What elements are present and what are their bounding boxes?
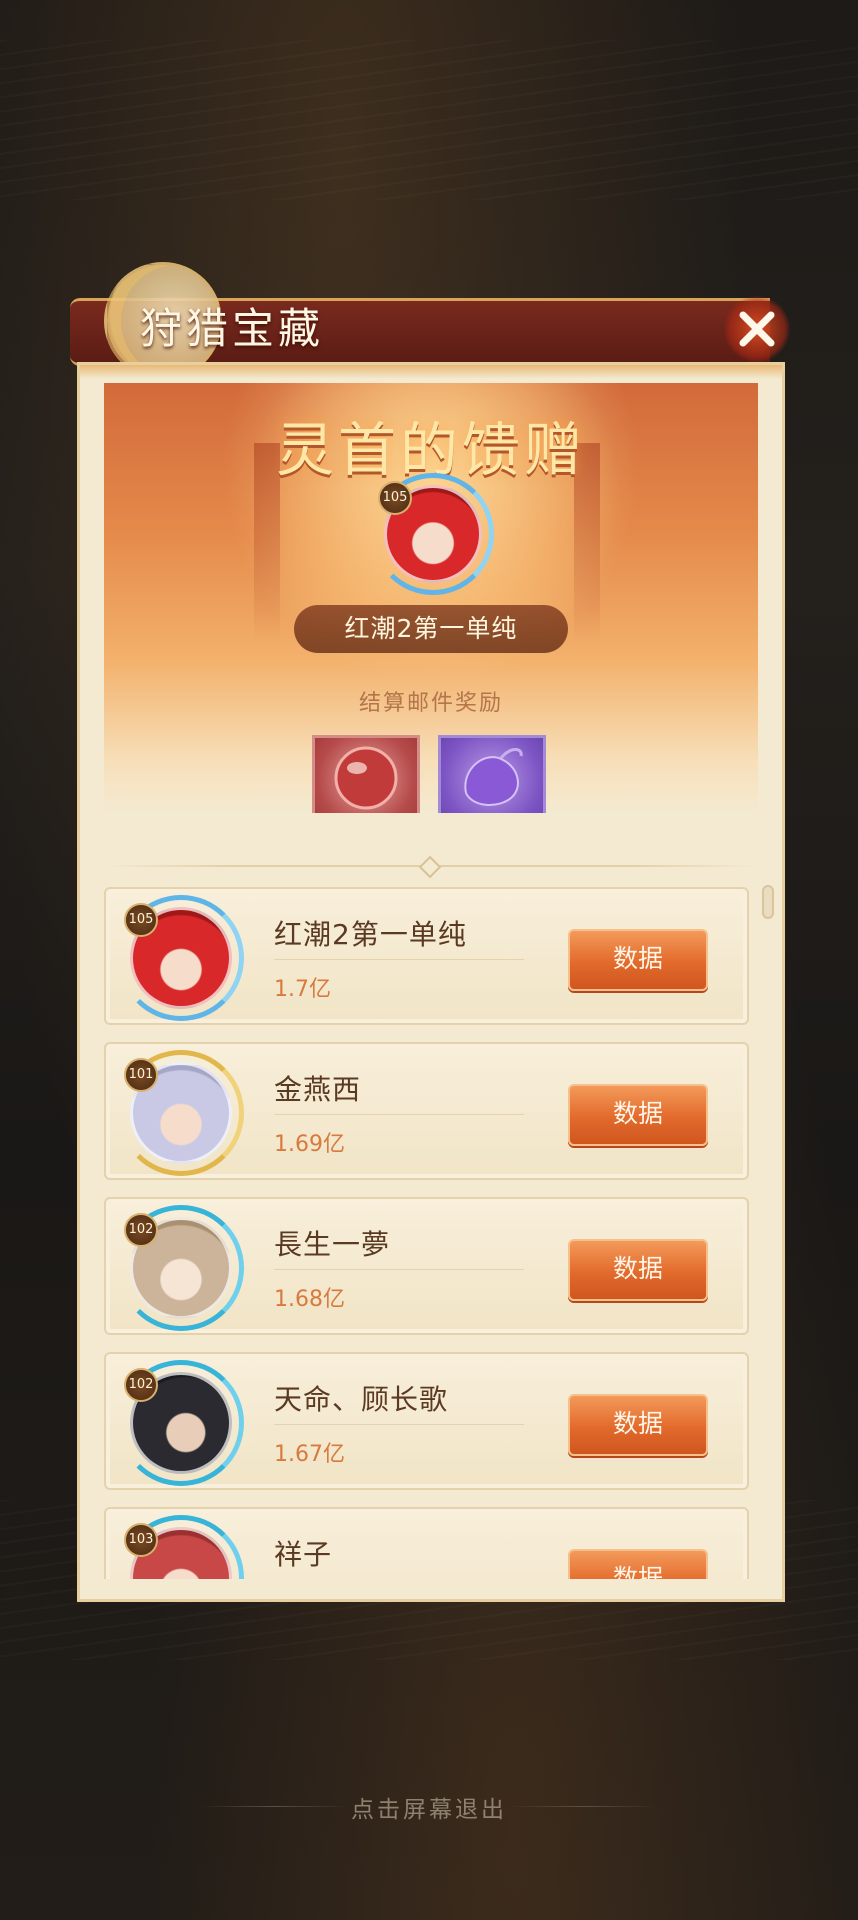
scrollbar[interactable] bbox=[762, 885, 774, 919]
window-title: 狩猎宝藏 bbox=[140, 304, 325, 353]
player-name: 金燕西 bbox=[274, 1073, 362, 1106]
level-badge: 103 bbox=[124, 1523, 158, 1557]
player-score: 1.67亿 bbox=[274, 1442, 345, 1467]
row-separator bbox=[274, 959, 524, 960]
player-avatar[interactable]: 105 bbox=[118, 895, 244, 1021]
player-avatar[interactable]: 103 bbox=[118, 1515, 244, 1579]
data-button[interactable]: 数据 bbox=[568, 1084, 708, 1146]
red-orb-icon bbox=[334, 746, 398, 810]
reward-item[interactable]: 5 bbox=[438, 735, 546, 813]
reward-label: 结算邮件奖励 bbox=[358, 691, 503, 716]
player-name: 红潮2第一单纯 bbox=[274, 918, 467, 951]
ranking-row: 101 金燕西 1.69亿 数据 bbox=[104, 1042, 749, 1180]
player-score: 1.69亿 bbox=[274, 1132, 345, 1157]
player-name: 長生一夢 bbox=[274, 1228, 391, 1261]
background-pattern bbox=[0, 40, 858, 200]
ranking-list[interactable]: 105 红潮2第一单纯 1.7亿 数据 101 金燕西 1.69亿 数据 102… bbox=[104, 887, 758, 1579]
player-avatar[interactable]: 102 bbox=[118, 1205, 244, 1331]
hero-name: 红潮2第一单纯 bbox=[294, 605, 568, 653]
ranking-row: 102 長生一夢 1.68亿 数据 bbox=[104, 1197, 749, 1335]
player-name: 天命、顾长歌 bbox=[274, 1383, 449, 1416]
reward-banner: 灵首的馈赠 105 红潮2第一单纯 结算邮件奖励 150 5 bbox=[104, 383, 758, 813]
data-button[interactable]: 数据 bbox=[568, 1394, 708, 1456]
data-button[interactable]: 数据 bbox=[568, 1239, 708, 1301]
close-button[interactable] bbox=[718, 290, 796, 368]
player-name: 祥子 bbox=[274, 1538, 333, 1571]
panel-top-border bbox=[80, 365, 782, 379]
player-avatar[interactable]: 101 bbox=[118, 1050, 244, 1176]
row-separator bbox=[274, 1424, 524, 1425]
player-avatar[interactable]: 102 bbox=[118, 1360, 244, 1486]
divider-ornament bbox=[418, 855, 442, 879]
row-separator bbox=[274, 1114, 524, 1115]
level-badge: 101 bbox=[124, 1058, 158, 1092]
treasure-panel: 灵首的馈赠 105 红潮2第一单纯 结算邮件奖励 150 5 bbox=[77, 362, 785, 1602]
exit-hint[interactable]: 点击屏幕退出 bbox=[0, 1790, 858, 1824]
hero-avatar: 105 bbox=[372, 473, 494, 595]
close-icon bbox=[739, 311, 775, 347]
player-score: 1.68亿 bbox=[274, 1287, 345, 1312]
data-button[interactable]: 数据 bbox=[568, 929, 708, 991]
data-button[interactable]: 数据 bbox=[568, 1549, 708, 1579]
ranking-row: 103 祥子 数据 bbox=[104, 1507, 749, 1579]
level-badge: 105 bbox=[378, 481, 412, 515]
row-separator bbox=[274, 1269, 524, 1270]
ranking-row: 102 天命、顾长歌 1.67亿 数据 bbox=[104, 1352, 749, 1490]
level-badge: 102 bbox=[124, 1213, 158, 1247]
level-badge: 105 bbox=[124, 903, 158, 937]
reward-item[interactable]: 150 bbox=[312, 735, 420, 813]
player-score: 1.7亿 bbox=[274, 977, 331, 1002]
level-badge: 102 bbox=[124, 1368, 158, 1402]
ranking-row: 105 红潮2第一单纯 1.7亿 数据 bbox=[104, 887, 749, 1025]
purple-spirit-icon bbox=[464, 748, 523, 806]
